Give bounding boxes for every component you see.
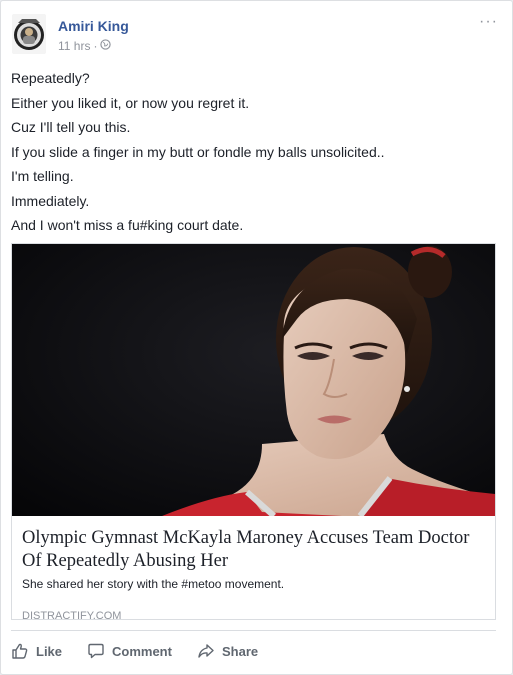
post-meta: 11 hrs ·: [58, 39, 112, 53]
share-icon: [197, 642, 215, 660]
share-label: Share: [222, 643, 259, 659]
author-name[interactable]: Amiri King: [58, 18, 129, 34]
post-text-line: Repeatedly?: [11, 70, 90, 86]
post-text-line: I'm telling.: [11, 168, 74, 184]
thumbs-up-icon: [11, 642, 29, 660]
link-image[interactable]: [12, 244, 495, 516]
comment-icon: [87, 642, 105, 660]
more-options-button[interactable]: ···: [479, 13, 498, 31]
like-label: Like: [36, 643, 63, 659]
link-preview[interactable]: Olympic Gymnast McKayla Maroney Accuses …: [11, 243, 496, 622]
avatar[interactable]: [12, 14, 46, 54]
post-card: Amiri King 11 hrs · ··· Repeatedly? Eith…: [0, 0, 513, 675]
link-title[interactable]: Olympic Gymnast McKayla Maroney Accuses …: [22, 527, 482, 573]
post-text: Repeatedly? Either you liked it, or now …: [11, 66, 501, 238]
share-button[interactable]: Share: [197, 631, 258, 671]
like-button[interactable]: Like: [11, 631, 62, 671]
post-text-line: Immediately.: [11, 192, 90, 209]
post-text-line: Cuz I'll tell you this.: [11, 119, 131, 135]
comment-button[interactable]: Comment: [87, 631, 172, 671]
link-domain: DISTRACTIFY.COM: [22, 610, 122, 622]
globe-icon[interactable]: [100, 39, 112, 53]
comment-label: Comment: [112, 643, 172, 659]
post-timestamp[interactable]: 11 hrs: [58, 39, 90, 53]
meta-separator: ·: [93, 39, 98, 53]
post-text-line: And I won't miss a fu#king court date.: [11, 217, 244, 233]
post-text-line: Either you liked it, or now you regret i…: [11, 94, 250, 111]
link-description: She shared her story with the #metoo mov…: [22, 577, 285, 591]
post-text-line: If you slide a finger in my butt or fond…: [11, 143, 385, 160]
post-actions: Like Comment Share: [1, 631, 512, 671]
